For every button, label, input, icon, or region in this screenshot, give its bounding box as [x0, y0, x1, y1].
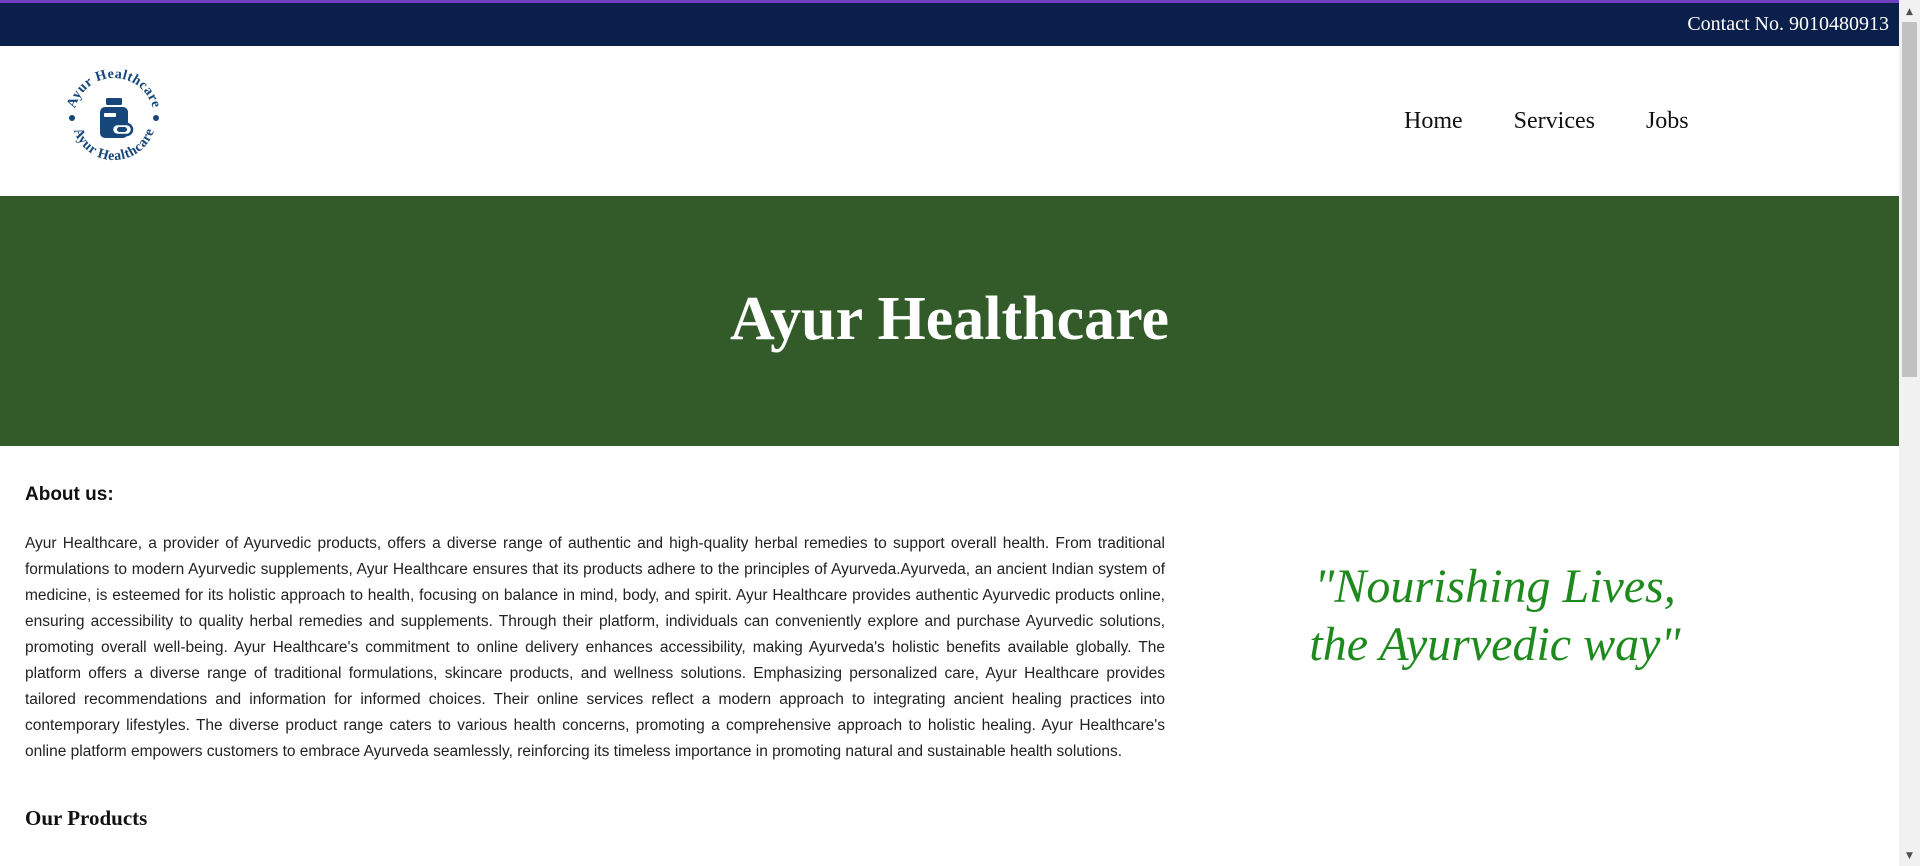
scroll-down-arrow-icon[interactable]: ▼ — [1899, 847, 1920, 864]
logo-dot-left — [69, 115, 75, 121]
nav-menu: Home Services Jobs — [1380, 46, 1716, 196]
scrollbar-thumb[interactable] — [1902, 22, 1917, 377]
logo-dot-right — [153, 115, 159, 121]
vertical-scrollbar[interactable]: ▲ ▼ — [1899, 0, 1920, 866]
nav-link-jobs[interactable]: Jobs — [1646, 108, 1689, 135]
tagline-line-1: "Nourishing Lives, — [1314, 560, 1676, 613]
nav-link-home[interactable]: Home — [1404, 108, 1463, 135]
hero-banner: Ayur Healthcare — [0, 196, 1899, 446]
nav-link-services[interactable]: Services — [1514, 108, 1595, 135]
medicine-bottle-icon — [100, 98, 134, 138]
about-section: About us: Ayur Healthcare, a provider of… — [25, 446, 1165, 831]
page-content: Contact No. 9010480913 Ayur Healthcare A… — [0, 0, 1899, 866]
scroll-up-arrow-icon[interactable]: ▲ — [1899, 3, 1920, 20]
about-heading: About us: — [25, 484, 114, 505]
products-heading: Our Products — [25, 806, 148, 830]
main-section: About us: Ayur Healthcare, a provider of… — [0, 446, 1899, 866]
hero-title: Ayur Healthcare — [729, 284, 1170, 353]
tagline-quote: "Nourishing Lives, the Ayurvedic way" — [1240, 558, 1750, 674]
tagline-line-2: the Ayurvedic way" — [1309, 618, 1681, 671]
navbar: Ayur Healthcare Ayur Healthcare Home Ser… — [0, 46, 1899, 196]
page: Contact No. 9010480913 Ayur Healthcare A… — [0, 0, 1920, 866]
contact-bar: Contact No. 9010480913 — [0, 3, 1899, 46]
logo-graphic: Ayur Healthcare Ayur Healthcare — [65, 67, 163, 164]
contact-number: Contact No. 9010480913 — [1687, 13, 1889, 35]
logo[interactable]: Ayur Healthcare Ayur Healthcare — [54, 58, 174, 178]
about-text: Ayur Healthcare, a provider of Ayurvedic… — [25, 535, 1165, 760]
